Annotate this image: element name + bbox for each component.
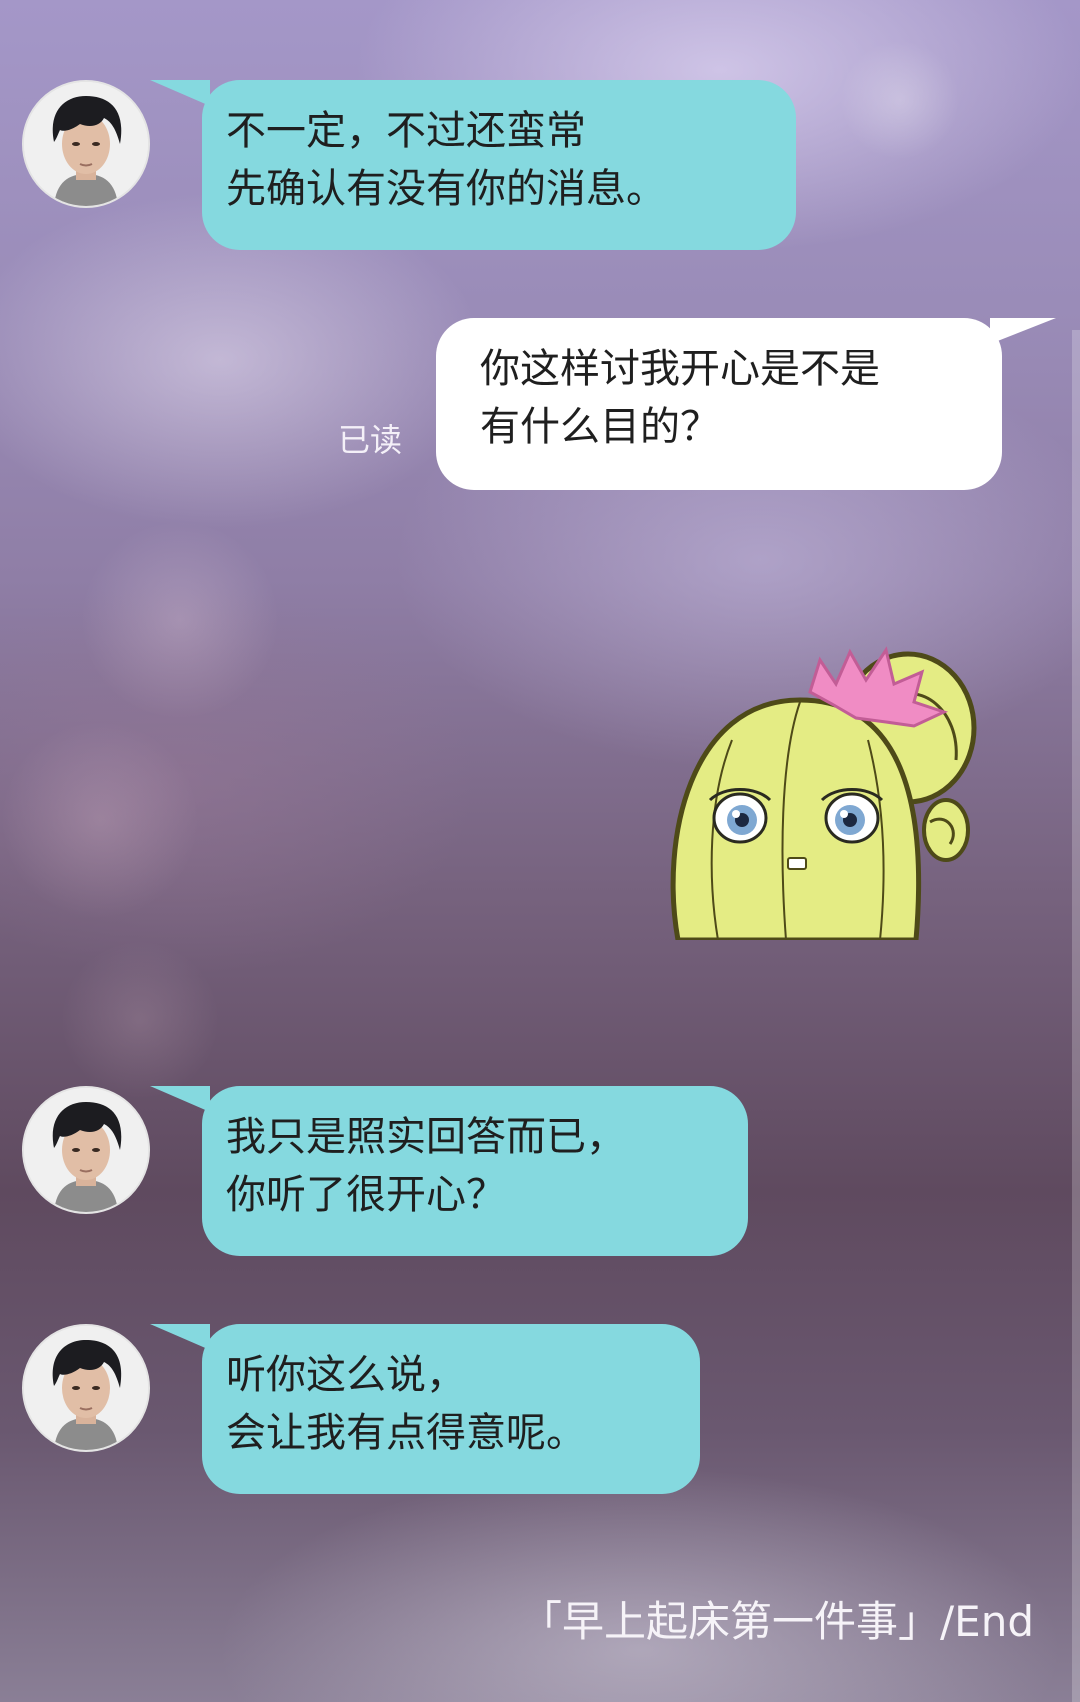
sender-avatar[interactable] — [22, 1086, 150, 1214]
message-bubble[interactable]: 我只是照实回答而已， 你听了很开心？ — [202, 1086, 748, 1256]
dark-haired-man-avatar-icon — [24, 82, 148, 206]
bubble-tail — [150, 1324, 210, 1350]
cactus-girl-sticker-icon — [670, 646, 977, 943]
bubble-tail — [150, 80, 210, 106]
bokeh-light — [80, 520, 280, 720]
bokeh-light — [0, 720, 200, 920]
episode-end-caption: 「早上起床第一件事」/End — [520, 1597, 1034, 1646]
message-bubble[interactable]: 听你这么说， 会让我有点得意呢。 — [202, 1324, 700, 1494]
read-receipt: 已读 — [338, 421, 403, 459]
cactus-girl-sticker[interactable] — [660, 640, 990, 943]
message-bubble[interactable]: 不一定，不过还蛮常 先确认有没有你的消息。 — [202, 80, 796, 250]
message-bubble[interactable]: 你这样讨我开心是不是 有什么目的？ — [436, 318, 1002, 490]
dark-haired-man-avatar-icon — [24, 1088, 148, 1212]
scrollbar[interactable] — [1072, 330, 1080, 1702]
bubble-tail — [150, 1086, 210, 1112]
bokeh-light — [840, 40, 960, 160]
dark-haired-man-avatar-icon — [24, 1326, 148, 1450]
bubble-tail — [990, 318, 1056, 344]
bokeh-light — [60, 940, 220, 1100]
sender-avatar[interactable] — [22, 1324, 150, 1452]
sender-avatar[interactable] — [22, 80, 150, 208]
